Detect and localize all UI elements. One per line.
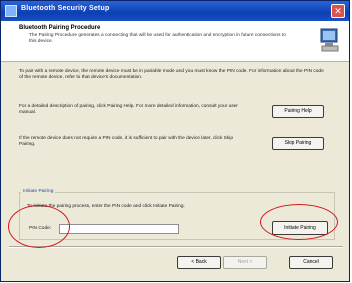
computer-icon [320, 28, 339, 52]
wizard-header: Bluetooth Pairing Procedure The Pairing … [1, 21, 349, 62]
header-description: The Pairing Procedure generates a connec… [29, 33, 286, 44]
header-title: Bluetooth Pairing Procedure [19, 25, 101, 31]
pin-code-input[interactable] [59, 224, 179, 234]
window-title: Bluetooth Security Setup [21, 5, 110, 12]
instructions-text: To pair with a remote device, the remote… [19, 69, 324, 80]
annotation-circle-initiate [260, 204, 338, 240]
pairing-help-button[interactable]: Pairing Help [272, 105, 324, 118]
initiate-instruction: To initiate the pairing process, enter t… [27, 204, 185, 209]
initiate-pairing-title: Initiate Pairing [21, 189, 56, 194]
bluetooth-icon [5, 5, 17, 17]
annotation-circle-pin [8, 205, 70, 248]
pairing-help-text: For a detailed description of pairing, c… [19, 104, 238, 115]
footer-separator [9, 246, 343, 248]
close-button[interactable]: ✕ [331, 4, 345, 18]
next-button[interactable]: Next > [223, 256, 267, 269]
back-button[interactable]: < Back [177, 256, 221, 269]
skip-pairing-text: If the remote device does not require a … [19, 136, 234, 147]
cancel-button[interactable]: Cancel [289, 256, 333, 269]
title-bar[interactable]: Bluetooth Security Setup ✕ [1, 1, 349, 21]
skip-pairing-button[interactable]: Skip Pairing [272, 137, 324, 150]
